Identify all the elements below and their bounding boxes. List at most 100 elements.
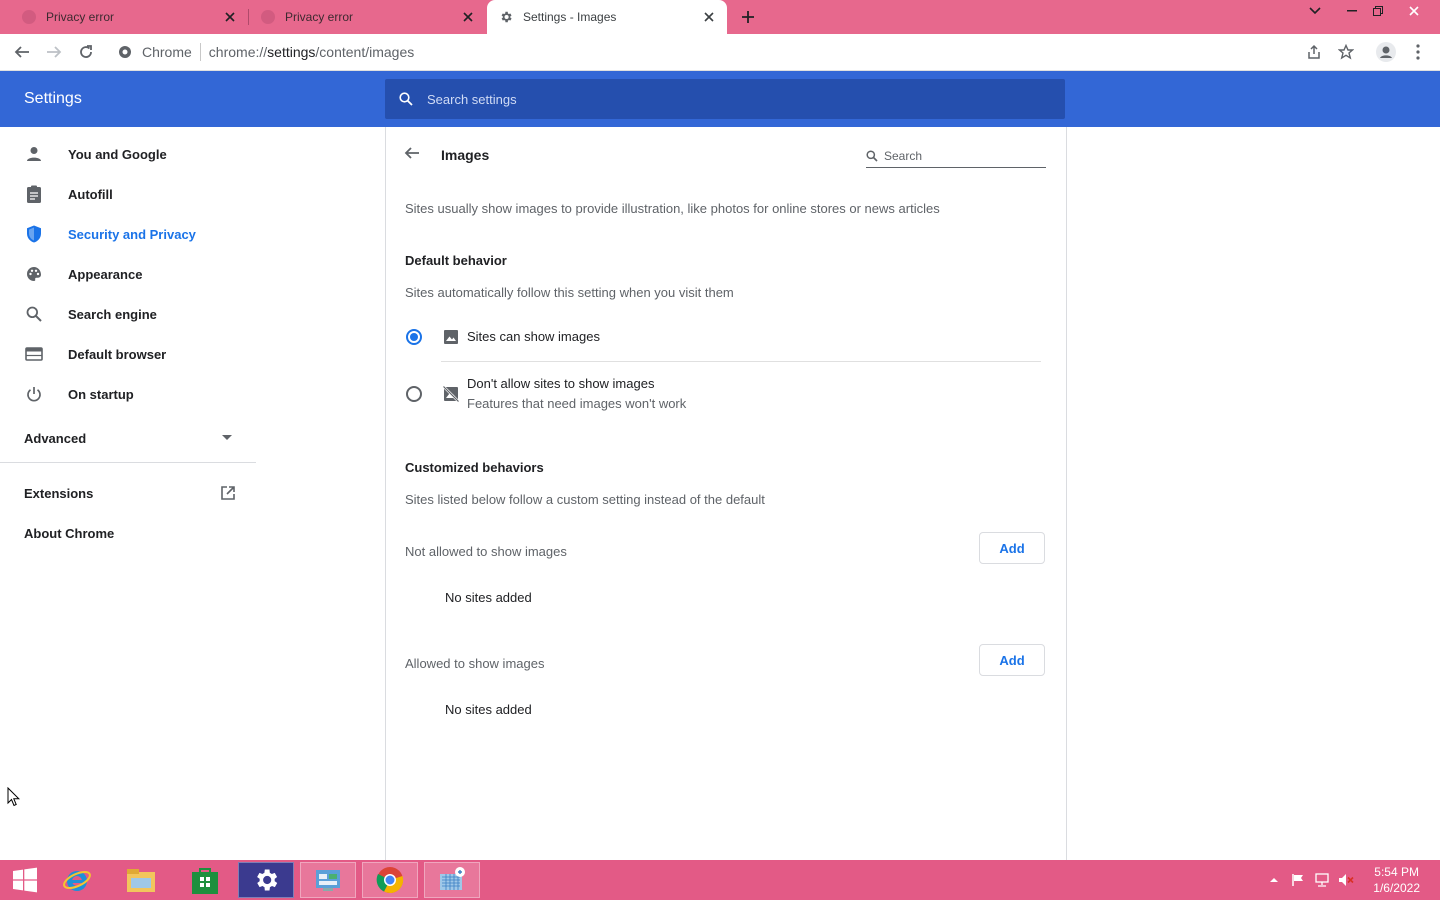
image-icon <box>443 329 459 345</box>
bookmark-star-icon[interactable] <box>1334 40 1358 64</box>
volume-muted-icon[interactable] <box>1338 872 1354 888</box>
tab-strip: Privacy error Privacy error Settings - I… <box>0 0 1440 34</box>
page-description: Sites usually show images to provide ill… <box>405 201 940 216</box>
tab-favicon <box>22 10 36 24</box>
chrome-taskbar-icon[interactable] <box>362 862 418 898</box>
add-blocked-site-button[interactable]: Add <box>979 532 1045 564</box>
url-path: /content/images <box>315 44 415 60</box>
settings-app-icon[interactable] <box>238 862 294 898</box>
default-behavior-heading: Default behavior <box>405 253 507 268</box>
show-hidden-icons-caret-icon[interactable] <box>1266 872 1282 888</box>
remote-desktop-icon[interactable] <box>424 862 480 898</box>
gear-icon <box>499 10 513 24</box>
menu-kebab-icon[interactable] <box>1406 40 1430 64</box>
page-title: Images <box>441 147 490 163</box>
network-icon[interactable] <box>1314 872 1330 888</box>
back-arrow-icon[interactable] <box>10 40 34 64</box>
option-divider <box>441 361 1041 362</box>
default-behavior-subtext: Sites automatically follow this setting … <box>405 285 734 300</box>
sidebar-item-you-and-google[interactable]: You and Google <box>0 134 256 174</box>
settings-search-field[interactable]: Search settings <box>385 79 1065 119</box>
tab-privacy-error-2[interactable]: Privacy error <box>249 0 486 34</box>
close-icon[interactable] <box>460 9 476 25</box>
sidebar-item-search-engine[interactable]: Search engine <box>0 294 256 334</box>
sidebar-item-label: You and Google <box>68 146 167 162</box>
new-tab-plus-icon[interactable] <box>738 7 758 27</box>
action-center-flag-icon[interactable] <box>1290 872 1306 888</box>
search-icon <box>24 304 44 324</box>
option-label: Sites can show images <box>467 329 600 344</box>
sidebar-item-label: Search engine <box>68 306 157 322</box>
extensions-label: Extensions <box>24 485 94 501</box>
sidebar-item-autofill[interactable]: Autofill <box>0 174 256 214</box>
sidebar-item-label: On startup <box>68 386 134 402</box>
browser-icon <box>24 344 44 364</box>
close-icon[interactable] <box>701 9 717 25</box>
caret-down-icon <box>222 435 232 441</box>
system-clock[interactable]: 5:54 PM 1/6/2022 <box>1373 864 1420 896</box>
control-panel-icon[interactable] <box>300 862 356 898</box>
sidebar-advanced-toggle[interactable]: Advanced <box>0 414 256 463</box>
forward-arrow-icon[interactable] <box>42 40 66 64</box>
option-label: Don't allow sites to show images <box>467 376 655 391</box>
close-icon[interactable] <box>222 9 238 25</box>
windows-start-icon[interactable] <box>2 862 48 898</box>
radio-dont-allow-images[interactable] <box>406 386 422 402</box>
back-arrow-icon[interactable] <box>404 145 424 165</box>
customized-behaviors-heading: Customized behaviors <box>405 460 544 475</box>
tab-title: Privacy error <box>285 10 354 24</box>
sidebar-item-extensions[interactable]: Extensions <box>0 473 256 513</box>
store-icon[interactable] <box>182 862 228 898</box>
url-host: settings <box>267 44 316 60</box>
advanced-label: Advanced <box>24 430 87 446</box>
search-icon <box>866 150 878 162</box>
sidebar-item-label: Appearance <box>68 266 143 282</box>
site-chip: Chrome <box>142 44 192 60</box>
settings-header: Settings Search settings <box>0 71 1440 127</box>
not-allowed-empty-text: No sites added <box>445 590 532 605</box>
clock-date: 1/6/2022 <box>1373 881 1420 895</box>
shield-icon <box>24 224 44 244</box>
url-text: chrome://settings/content/images <box>209 44 414 60</box>
window-close-icon[interactable] <box>1396 0 1432 22</box>
customized-behaviors-subtext: Sites listed below follow a custom setti… <box>405 492 765 507</box>
mouse-cursor-icon <box>7 787 21 807</box>
clipboard-icon <box>24 184 44 204</box>
search-icon <box>399 92 413 106</box>
omnibox-divider <box>199 43 201 61</box>
page-search-input[interactable]: Search <box>866 145 1046 168</box>
sidebar-item-default-browser[interactable]: Default browser <box>0 334 256 374</box>
tab-settings-images[interactable]: Settings - Images <box>487 0 727 34</box>
radio-sites-can-show-images[interactable] <box>406 329 422 345</box>
sidebar-item-about-chrome[interactable]: About Chrome <box>0 513 256 553</box>
file-explorer-icon[interactable] <box>118 862 164 898</box>
restore-icon[interactable] <box>1360 0 1396 22</box>
sidebar-item-label: Security and Privacy <box>68 226 196 242</box>
add-allowed-site-button[interactable]: Add <box>979 644 1045 676</box>
allowed-empty-text: No sites added <box>445 702 532 717</box>
settings-sidebar: You and Google Autofill Security and Pri… <box>0 134 256 553</box>
sidebar-item-security-and-privacy[interactable]: Security and Privacy <box>0 214 256 254</box>
profile-avatar-icon[interactable] <box>1374 40 1398 64</box>
sidebar-item-on-startup[interactable]: On startup <box>0 374 256 414</box>
images-settings-card: Images Search Sites usually show images … <box>385 127 1067 860</box>
allowed-list-label: Allowed to show images <box>405 656 545 671</box>
sidebar-item-appearance[interactable]: Appearance <box>0 254 256 294</box>
open-in-new-icon <box>220 485 236 501</box>
image-off-icon <box>443 386 459 402</box>
share-icon[interactable] <box>1302 40 1326 64</box>
tab-privacy-error-1[interactable]: Privacy error <box>0 0 248 34</box>
tab-title: Privacy error <box>46 10 115 24</box>
option-sublabel: Features that need images won't work <box>467 396 687 411</box>
page-header: Images Search <box>386 127 1066 183</box>
power-icon <box>24 384 44 404</box>
page-search-placeholder: Search <box>884 149 923 163</box>
tab-favicon <box>261 10 275 24</box>
sidebar-item-label: Default browser <box>68 346 167 362</box>
address-bar[interactable]: Chrome chrome://settings/content/images <box>110 37 1370 67</box>
internet-explorer-icon[interactable] <box>54 862 100 898</box>
settings-search-placeholder: Search settings <box>427 91 517 107</box>
tab-search-chevron-icon[interactable] <box>1297 0 1333 22</box>
palette-icon <box>24 264 44 284</box>
reload-icon[interactable] <box>74 40 98 64</box>
